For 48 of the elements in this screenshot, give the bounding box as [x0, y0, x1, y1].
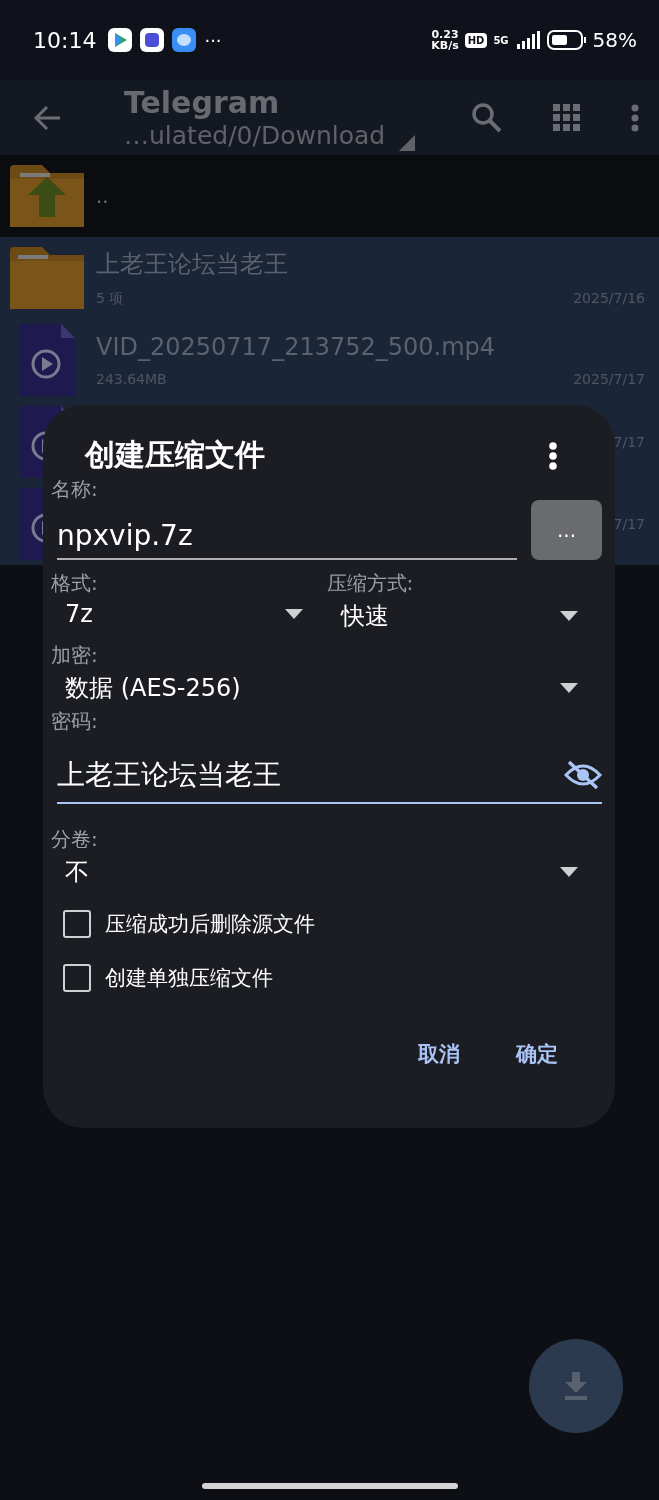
video-file-icon: [19, 324, 75, 396]
dropdown-triangle-icon[interactable]: [399, 134, 416, 151]
cancel-button[interactable]: 取消: [410, 1034, 468, 1074]
checkbox-label: 压缩成功后删除源文件: [105, 911, 315, 938]
dropdown-arrow-icon: [560, 683, 578, 693]
net-speed: 0.23: [431, 29, 459, 40]
eye-off-icon[interactable]: [564, 760, 602, 790]
play-store-icon: [108, 28, 133, 52]
app-title: Telegram: [124, 84, 281, 121]
signal-icon: [514, 30, 541, 50]
volume-dropdown[interactable]: 不: [51, 852, 602, 892]
field-label: 格式:: [51, 570, 99, 596]
field-label: 压缩方式:: [326, 570, 415, 596]
more-notifications: ···: [204, 29, 222, 51]
method-dropdown[interactable]: 快速: [326, 596, 602, 636]
battery-percent: 58%: [592, 28, 637, 52]
browser-icon: [172, 28, 197, 52]
checkbox[interactable]: [63, 910, 91, 938]
app-icon: [140, 28, 165, 52]
file-name: VID_20250717_213752_500.mp4: [96, 333, 497, 361]
clock: 10:14: [33, 27, 97, 53]
more-options-icon[interactable]: [548, 441, 558, 470]
field-label: 加密:: [51, 642, 99, 668]
dropdown-arrow-icon: [560, 867, 578, 877]
download-icon: [563, 1372, 589, 1400]
file-name: 上老王论坛当老王: [96, 249, 289, 280]
field-label: 名称:: [51, 476, 99, 502]
dropdown-arrow-icon: [284, 609, 303, 619]
hd-badge: HD: [464, 32, 488, 48]
folder-up-icon: [10, 165, 84, 227]
dropdown-arrow-icon: [560, 611, 578, 621]
network-type: 5G: [493, 34, 509, 46]
password-input-field[interactable]: 上老王论坛当老王: [57, 748, 602, 804]
search-icon[interactable]: [471, 101, 503, 134]
checkbox-label: 创建单独压缩文件: [105, 965, 273, 992]
folder-icon: [10, 247, 84, 309]
battery-icon: [546, 29, 587, 51]
net-unit: KB/s: [431, 40, 459, 51]
format-dropdown[interactable]: 7z: [51, 596, 327, 632]
browse-button[interactable]: ...: [531, 500, 602, 560]
checkbox[interactable]: [63, 964, 91, 992]
field-label: 密码:: [51, 708, 99, 734]
grid-view-icon[interactable]: [553, 103, 581, 132]
name-input-field[interactable]: npxvip.7z: [57, 510, 517, 560]
ok-button[interactable]: 确定: [508, 1034, 566, 1074]
encryption-dropdown[interactable]: 数据 (AES-256): [51, 668, 602, 708]
dialog-title: 创建压缩文件: [85, 436, 265, 474]
field-label: 分卷:: [51, 826, 99, 852]
